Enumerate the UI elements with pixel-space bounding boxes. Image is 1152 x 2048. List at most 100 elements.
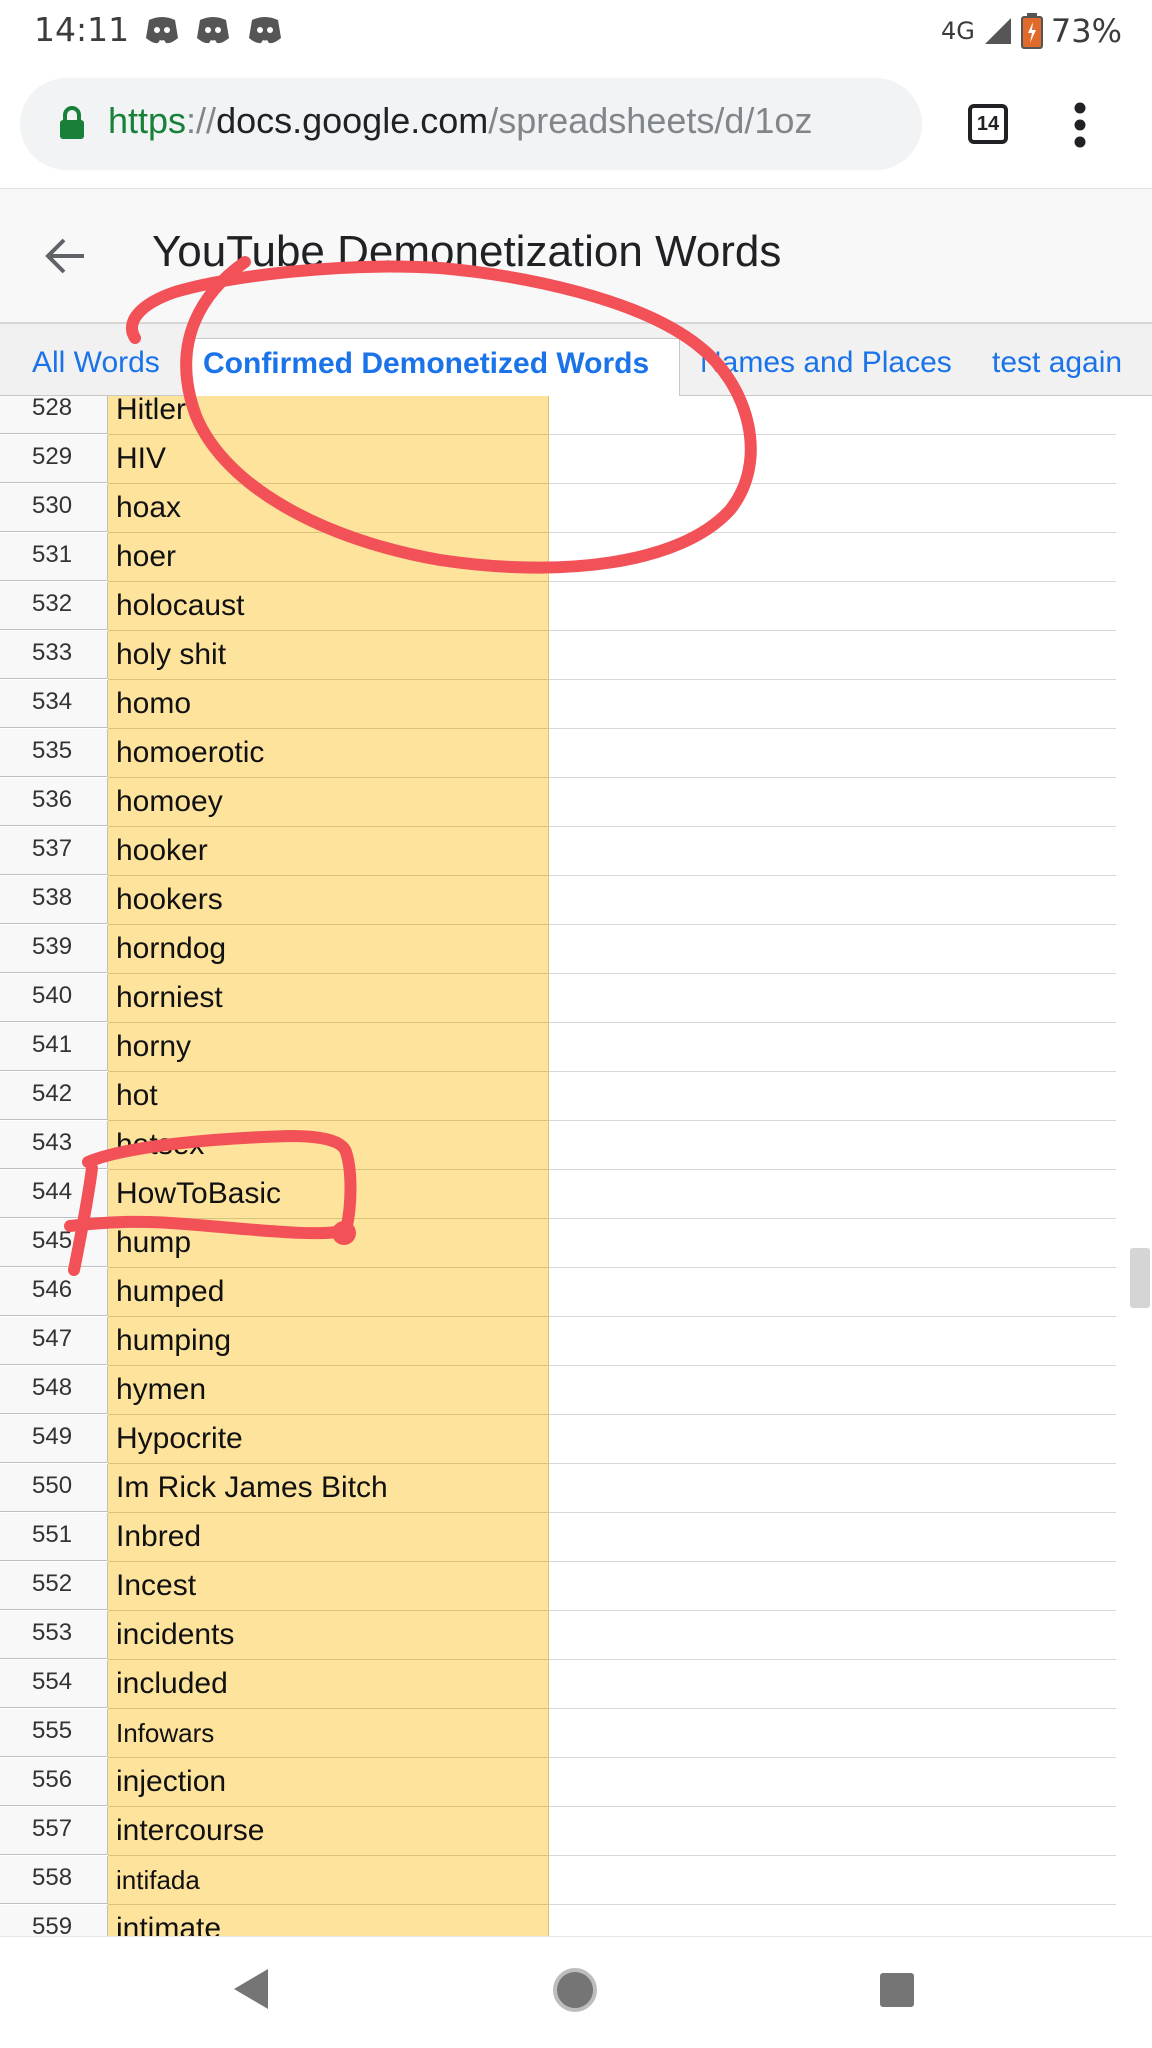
table-row[interactable]: 531 hoer — [0, 533, 1116, 582]
empty-cell[interactable] — [549, 1464, 1116, 1513]
empty-cell[interactable] — [549, 925, 1116, 974]
table-row[interactable]: 554 included — [0, 1660, 1116, 1709]
word-cell[interactable]: Infowars — [108, 1709, 549, 1758]
word-cell[interactable]: hoer — [108, 533, 549, 582]
word-cell[interactable]: humping — [108, 1317, 549, 1366]
word-cell[interactable]: Hypocrite — [108, 1415, 549, 1464]
row-number[interactable]: 556 — [0, 1758, 108, 1806]
word-cell[interactable]: hymen — [108, 1366, 549, 1415]
table-row[interactable]: 551 Inbred — [0, 1513, 1116, 1562]
tab-switcher-button[interactable]: 14 — [968, 104, 1008, 144]
word-cell[interactable]: homoerotic — [108, 729, 549, 778]
row-number[interactable]: 541 — [0, 1023, 108, 1071]
empty-cell[interactable] — [549, 729, 1116, 778]
table-row[interactable]: 553 incidents — [0, 1611, 1116, 1660]
empty-cell[interactable] — [549, 1317, 1116, 1366]
word-cell[interactable]: holy shit — [108, 631, 549, 680]
row-number[interactable]: 535 — [0, 729, 108, 777]
table-row[interactable]: 535 homoerotic — [0, 729, 1116, 778]
empty-cell[interactable] — [549, 778, 1116, 827]
table-row[interactable]: 533 holy shit — [0, 631, 1116, 680]
empty-cell[interactable] — [549, 974, 1116, 1023]
empty-cell[interactable] — [549, 1170, 1116, 1219]
empty-cell[interactable] — [549, 1611, 1116, 1660]
row-number[interactable]: 537 — [0, 827, 108, 875]
empty-cell[interactable] — [549, 1072, 1116, 1121]
row-number[interactable]: 558 — [0, 1856, 108, 1904]
tab-names-and-places[interactable]: Names and Places — [700, 346, 952, 380]
word-cell[interactable]: Im Rick James Bitch — [108, 1464, 549, 1513]
empty-cell[interactable] — [549, 1121, 1116, 1170]
empty-cell[interactable] — [549, 484, 1116, 533]
row-number[interactable]: 547 — [0, 1317, 108, 1365]
empty-cell[interactable] — [549, 1562, 1116, 1611]
empty-cell[interactable] — [549, 533, 1116, 582]
word-cell[interactable]: included — [108, 1660, 549, 1709]
row-number[interactable]: 531 — [0, 533, 108, 581]
row-number[interactable]: 554 — [0, 1660, 108, 1708]
row-number[interactable]: 532 — [0, 582, 108, 630]
table-row[interactable]: 546 humped — [0, 1268, 1116, 1317]
nav-recents-icon[interactable] — [878, 1971, 916, 2009]
row-number[interactable]: 548 — [0, 1366, 108, 1414]
word-cell[interactable]: intifada — [108, 1856, 549, 1905]
empty-cell[interactable] — [549, 1415, 1116, 1464]
row-number[interactable]: 546 — [0, 1268, 108, 1316]
word-cell[interactable]: horniest — [108, 974, 549, 1023]
word-cell[interactable]: HowToBasic — [108, 1170, 549, 1219]
tab-test-again[interactable]: test again — [992, 346, 1122, 380]
table-row[interactable]: 557 intercourse — [0, 1807, 1116, 1856]
word-cell[interactable]: Inbred — [108, 1513, 549, 1562]
empty-cell[interactable] — [549, 876, 1116, 925]
word-cell[interactable]: hump — [108, 1219, 549, 1268]
word-cell[interactable]: hotsex — [108, 1121, 549, 1170]
row-number[interactable]: 540 — [0, 974, 108, 1022]
empty-cell[interactable] — [549, 1807, 1116, 1856]
row-number[interactable]: 559 — [0, 1905, 108, 1936]
more-menu-icon[interactable] — [1074, 102, 1086, 148]
word-cell[interactable]: hooker — [108, 827, 549, 876]
word-cell[interactable]: intimate — [108, 1905, 549, 1936]
table-row[interactable]: 552 Incest — [0, 1562, 1116, 1611]
tab-all-words[interactable]: All Words — [32, 346, 160, 380]
row-number[interactable]: 528 — [0, 396, 108, 434]
word-cell[interactable]: homoey — [108, 778, 549, 827]
table-row[interactable]: 537 hooker — [0, 827, 1116, 876]
row-number[interactable]: 545 — [0, 1219, 108, 1267]
empty-cell[interactable] — [549, 1366, 1116, 1415]
word-cell[interactable]: humped — [108, 1268, 549, 1317]
table-row[interactable]: 542 hot — [0, 1072, 1116, 1121]
table-row[interactable]: 543 hotsex — [0, 1121, 1116, 1170]
row-number[interactable]: 555 — [0, 1709, 108, 1757]
empty-cell[interactable] — [549, 631, 1116, 680]
row-number[interactable]: 534 — [0, 680, 108, 728]
row-number[interactable]: 530 — [0, 484, 108, 532]
scrollbar-thumb[interactable] — [1130, 1248, 1150, 1308]
table-row[interactable]: 541 horny — [0, 1023, 1116, 1072]
word-cell[interactable]: HIV — [108, 435, 549, 484]
empty-cell[interactable] — [549, 827, 1116, 876]
row-number[interactable]: 550 — [0, 1464, 108, 1512]
table-row[interactable]: 558 intifada — [0, 1856, 1116, 1905]
row-number[interactable]: 536 — [0, 778, 108, 826]
empty-cell[interactable] — [549, 396, 1116, 435]
nav-home-icon[interactable] — [552, 1967, 598, 2013]
empty-cell[interactable] — [549, 1219, 1116, 1268]
row-number[interactable]: 539 — [0, 925, 108, 973]
word-cell[interactable]: hoax — [108, 484, 549, 533]
table-row[interactable]: 549 Hypocrite — [0, 1415, 1116, 1464]
nav-back-icon[interactable] — [230, 1967, 270, 2011]
table-row[interactable]: 539 horndog — [0, 925, 1116, 974]
empty-cell[interactable] — [549, 1709, 1116, 1758]
tab-confirmed-demonetized-words[interactable]: Confirmed Demonetized Words — [186, 338, 680, 396]
row-number[interactable]: 543 — [0, 1121, 108, 1169]
back-arrow-icon[interactable] — [44, 235, 86, 277]
word-cell[interactable]: intercourse — [108, 1807, 549, 1856]
row-number[interactable]: 557 — [0, 1807, 108, 1855]
table-row[interactable]: 534 homo — [0, 680, 1116, 729]
row-number[interactable]: 533 — [0, 631, 108, 679]
word-cell[interactable]: injection — [108, 1758, 549, 1807]
table-row[interactable]: 528 Hitler — [0, 396, 1116, 435]
empty-cell[interactable] — [549, 1660, 1116, 1709]
empty-cell[interactable] — [549, 1758, 1116, 1807]
